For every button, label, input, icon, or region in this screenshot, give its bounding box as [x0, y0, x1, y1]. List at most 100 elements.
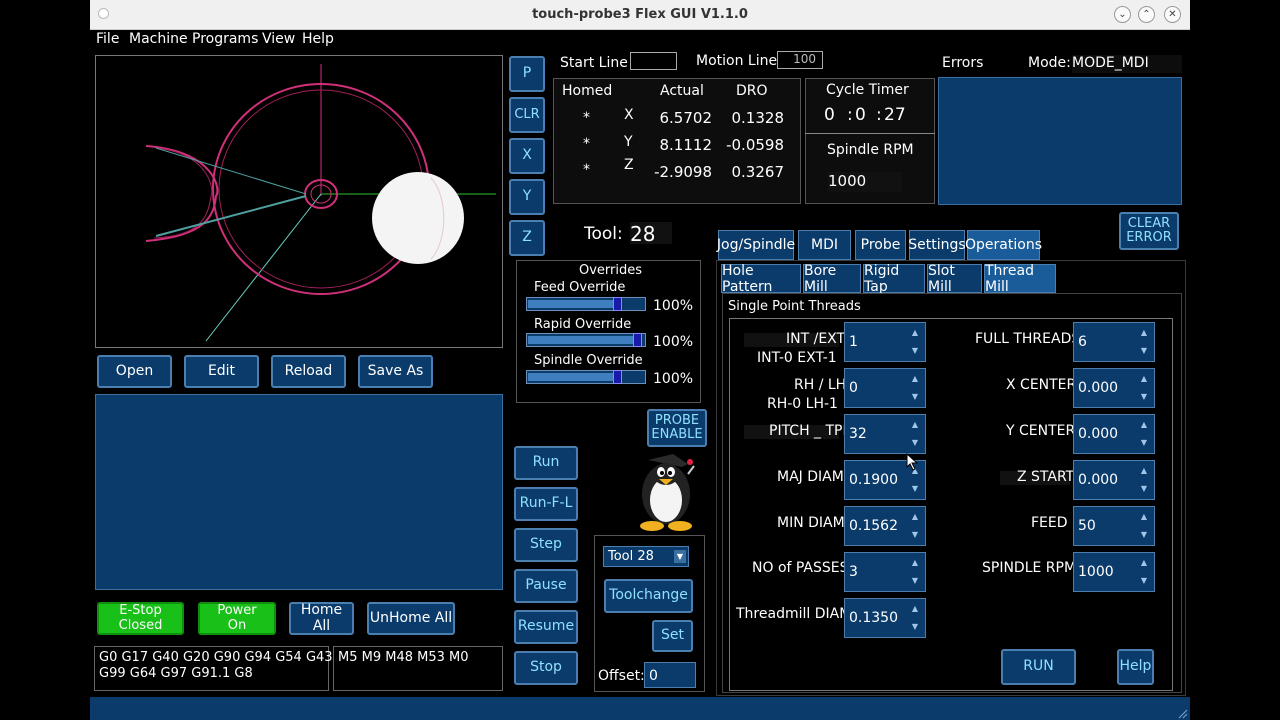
decrement-icon[interactable]: ▼ — [908, 573, 922, 589]
decrement-icon[interactable]: ▼ — [908, 619, 922, 635]
decrement-icon[interactable]: ▼ — [1137, 527, 1151, 543]
thread-run-button[interactable]: RUN — [1001, 649, 1076, 685]
x-center-spinbox[interactable]: 0.000 ▲ ▼ — [1073, 368, 1155, 408]
min-diam-spinbox[interactable]: 0.1562 ▲ ▼ — [844, 506, 926, 546]
passes-spinbox[interactable]: 3 ▲ ▼ — [844, 552, 926, 592]
step-button[interactable]: Step — [514, 528, 578, 562]
decrement-icon[interactable]: ▼ — [1137, 573, 1151, 589]
decrement-icon[interactable]: ▼ — [1137, 481, 1151, 497]
spindle-override-knob[interactable] — [613, 370, 622, 384]
tab-mdi[interactable]: MDI — [798, 230, 851, 260]
decrement-icon[interactable]: ▼ — [1137, 343, 1151, 359]
threadmill-diam-spinbox[interactable]: 0.1350 ▲ ▼ — [844, 598, 926, 638]
tab-operations[interactable]: Operations — [965, 230, 1042, 260]
rh-lh-spinbox[interactable]: 0 ▲ ▼ — [844, 368, 926, 408]
feed-label: FEED — [1031, 515, 1068, 531]
menu-help[interactable]: Help — [302, 31, 334, 47]
spindle-override-slider[interactable] — [526, 370, 646, 384]
offset-input[interactable]: 0 — [644, 662, 696, 688]
set-button[interactable]: Set — [652, 620, 693, 652]
toolpath-preview[interactable] — [95, 55, 503, 348]
close-icon[interactable]: ✕ — [1164, 6, 1181, 23]
estop-button[interactable]: E-Stop Closed — [97, 602, 184, 635]
z-start-spinbox[interactable]: 0.000 ▲ ▼ — [1073, 460, 1155, 500]
tool-select[interactable]: Tool 28 ▼ — [603, 546, 689, 567]
increment-icon[interactable]: ▲ — [908, 371, 922, 387]
start-line-input[interactable] — [630, 52, 677, 70]
tool-number: 28 — [630, 222, 672, 246]
toolchange-button[interactable]: Toolchange — [604, 579, 693, 613]
x-actual-value: 6.5702 — [659, 109, 713, 127]
p-button[interactable]: P — [509, 56, 545, 92]
thread-help-button[interactable]: Help — [1117, 649, 1154, 685]
save-as-button[interactable]: Save As — [358, 355, 433, 388]
tab-bore-mill[interactable]: Bore Mill — [803, 263, 861, 295]
tab-slot-mill[interactable]: Slot Mill — [927, 263, 982, 295]
clear-error-button[interactable]: CLEAR ERROR — [1119, 212, 1179, 250]
maximize-icon[interactable]: ⌃ — [1138, 6, 1155, 23]
edit-button[interactable]: Edit — [184, 355, 259, 388]
menu-programs[interactable]: Programs — [192, 31, 258, 47]
increment-icon[interactable]: ▲ — [1137, 371, 1151, 387]
decrement-icon[interactable]: ▼ — [908, 527, 922, 543]
decrement-icon[interactable]: ▼ — [908, 481, 922, 497]
minimize-icon[interactable]: ⌄ — [1114, 6, 1131, 23]
increment-icon[interactable]: ▲ — [1137, 555, 1151, 571]
x-button[interactable]: X — [509, 138, 545, 174]
increment-icon[interactable]: ▲ — [908, 555, 922, 571]
pause-button[interactable]: Pause — [514, 569, 578, 603]
app-window: touch-probe3 Flex GUI V1.1.0 ⌄ ⌃ ✕ File … — [90, 0, 1190, 720]
reload-button[interactable]: Reload — [271, 355, 346, 388]
stop-button[interactable]: Stop — [514, 651, 578, 685]
lead-in-path — [145, 145, 219, 242]
tab-probe[interactable]: Probe — [855, 230, 906, 260]
gcode-program-view[interactable] — [95, 394, 503, 590]
home-all-button[interactable]: Home All — [289, 602, 354, 635]
unhome-all-button[interactable]: UnHome All — [367, 602, 455, 635]
cycle-timer-hours: 0 — [824, 105, 835, 125]
pitch-tpi-spinbox[interactable]: 32 ▲ ▼ — [844, 414, 926, 454]
tab-rigid-tap[interactable]: Rigid Tap — [863, 263, 925, 295]
decrement-icon[interactable]: ▼ — [1137, 435, 1151, 451]
rapid-override-knob[interactable] — [633, 333, 642, 347]
decrement-icon[interactable]: ▼ — [908, 435, 922, 451]
increment-icon[interactable]: ▲ — [1137, 325, 1151, 341]
increment-icon[interactable]: ▲ — [1137, 509, 1151, 525]
int-ext-spinbox[interactable]: 1 ▲ ▼ — [844, 322, 926, 362]
run-button[interactable]: Run — [514, 446, 578, 480]
tab-hole-pattern[interactable]: Hole Pattern — [721, 263, 801, 295]
tab-thread-mill[interactable]: Thread Mill — [984, 263, 1056, 295]
z-button[interactable]: Z — [509, 220, 545, 256]
decrement-icon[interactable]: ▼ — [908, 343, 922, 359]
resize-grip-icon[interactable] — [1178, 708, 1188, 719]
y-button[interactable]: Y — [509, 179, 545, 215]
menu-file[interactable]: File — [96, 31, 119, 47]
open-button[interactable]: Open — [97, 355, 172, 388]
y-center-spinbox[interactable]: 0.000 ▲ ▼ — [1073, 414, 1155, 454]
probe-enable-button[interactable]: PROBE ENABLE — [647, 409, 707, 447]
clr-button[interactable]: CLR — [509, 97, 545, 133]
resume-button[interactable]: Resume — [514, 610, 578, 644]
x-homed-indicator: * — [583, 110, 590, 126]
tab-settings[interactable]: Settings — [908, 230, 966, 260]
rh-lh-label: RH / LH — [794, 377, 847, 393]
full-threads-spinbox[interactable]: 6 ▲ ▼ — [1073, 322, 1155, 362]
feed-override-slider[interactable] — [526, 297, 646, 311]
increment-icon[interactable]: ▲ — [908, 417, 922, 433]
run-from-line-button[interactable]: Run-F-L — [514, 487, 578, 521]
spindle-rpm-spinbox[interactable]: 1000 ▲ ▼ — [1073, 552, 1155, 592]
decrement-icon[interactable]: ▼ — [1137, 389, 1151, 405]
increment-icon[interactable]: ▲ — [1137, 417, 1151, 433]
menu-view[interactable]: View — [262, 31, 295, 47]
rapid-override-slider[interactable] — [526, 333, 646, 347]
increment-icon[interactable]: ▲ — [908, 509, 922, 525]
tab-jog-spindle[interactable]: Jog/Spindle — [717, 230, 795, 260]
power-button[interactable]: Power On — [198, 602, 276, 635]
feed-override-knob[interactable] — [613, 297, 622, 311]
increment-icon[interactable]: ▲ — [908, 601, 922, 617]
decrement-icon[interactable]: ▼ — [908, 389, 922, 405]
menu-machine[interactable]: Machine — [129, 31, 188, 47]
increment-icon[interactable]: ▲ — [908, 325, 922, 341]
increment-icon[interactable]: ▲ — [1137, 463, 1151, 479]
feed-spinbox[interactable]: 50 ▲ ▼ — [1073, 506, 1155, 546]
